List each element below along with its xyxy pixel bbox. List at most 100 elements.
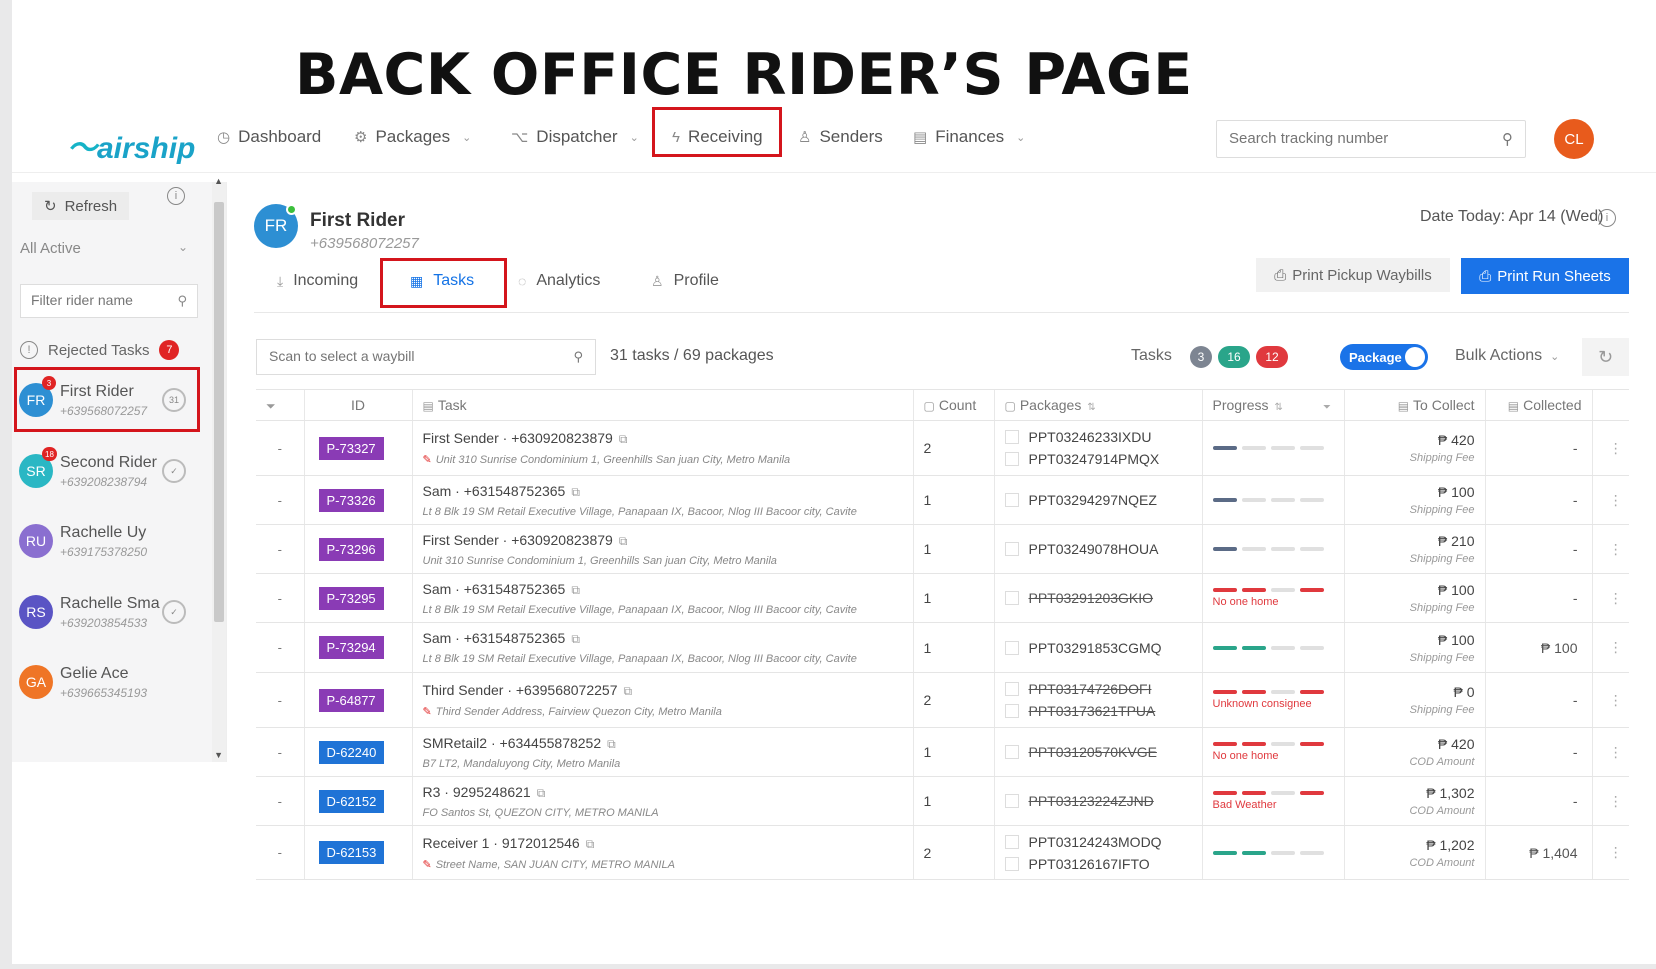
airship-logo[interactable]: 〜airship [67, 123, 195, 167]
task-id-tag[interactable]: P-73296 [318, 537, 384, 561]
package-checkbox[interactable] [1004, 591, 1019, 605]
info-icon[interactable]: i [1598, 209, 1616, 227]
package-checkbox[interactable] [1004, 430, 1019, 444]
package-checkbox[interactable] [1004, 640, 1019, 655]
package-checkbox[interactable] [1004, 834, 1019, 849]
copy-icon[interactable]: ⧉ [607, 737, 616, 751]
task-id-tag[interactable]: D-62240 [318, 740, 385, 764]
rider-item[interactable]: RU Rachelle Uy +639175378250 [12, 509, 212, 579]
copy-icon[interactable]: ⧉ [619, 432, 628, 446]
refresh-button[interactable]: ↻ Refresh [32, 192, 130, 220]
filter-icon[interactable]: ⏷ [1323, 402, 1331, 413]
copy-icon[interactable]: ⧉ [619, 534, 628, 548]
task-id-tag[interactable]: D-62152 [318, 789, 385, 813]
header-packages[interactable]: ▢ Packages ⇅ [993, 389, 1202, 421]
copy-icon[interactable]: ⧉ [571, 485, 580, 499]
scroll-up-icon[interactable]: ▲ [214, 176, 223, 186]
nav-finances[interactable]: ▤ Finances ⌄ [913, 127, 1025, 147]
copy-icon[interactable]: ⧉ [623, 684, 632, 698]
copy-icon[interactable]: ⧉ [571, 583, 580, 597]
filter-header[interactable]: ⏷ [256, 389, 304, 421]
kebab-menu-icon[interactable]: ⋮ [1609, 744, 1623, 760]
kebab-menu-icon[interactable]: ⋮ [1609, 793, 1623, 809]
kebab-menu-icon[interactable]: ⋮ [1609, 541, 1623, 557]
copy-icon[interactable]: ⧉ [571, 632, 580, 646]
package-checkbox[interactable] [1004, 745, 1019, 759]
row-select-cell[interactable]: - [256, 573, 304, 623]
kebab-menu-icon[interactable]: ⋮ [1609, 440, 1623, 456]
pill-green[interactable]: 16 [1218, 346, 1250, 368]
row-select-cell[interactable]: - [256, 622, 304, 673]
package-checkbox[interactable] [1004, 682, 1019, 696]
table-row[interactable]: - D-62240 SMRetail2 · +634455878252 ⧉ B7 LT2… [256, 727, 1629, 777]
edit-icon[interactable]: ✎ [423, 454, 432, 466]
tab-profile[interactable]: ♙ Profile [651, 272, 719, 290]
header-progress[interactable]: Progress ⇅ ⏷ [1201, 389, 1344, 421]
bulk-actions-dropdown[interactable]: Bulk Actions ⌄ [1455, 347, 1559, 365]
rider-item[interactable]: SR 18 Second Rider +639208238794 ✓ [12, 439, 212, 509]
print-run-sheets-button[interactable]: ⎙ Print Run Sheets [1461, 258, 1629, 294]
edit-icon[interactable]: ✎ [423, 706, 432, 718]
table-row[interactable]: - P-73326 Sam · +631548752365 ⧉ Lt 8 Blk 19 … [256, 475, 1629, 525]
scan-waybill-input[interactable] [257, 340, 547, 372]
row-select-cell[interactable]: - [256, 672, 304, 728]
kebab-menu-icon[interactable]: ⋮ [1609, 590, 1623, 606]
reload-button[interactable]: ↻ [1582, 338, 1629, 376]
table-row[interactable]: - D-62153 Receiver 1 · 9172012546 ⧉ ✎ Street … [256, 825, 1629, 880]
task-id-tag[interactable]: D-62153 [318, 841, 385, 864]
table-row[interactable]: - P-64877 Third Sender · +639568072257 ⧉ ✎ Th… [256, 672, 1629, 728]
task-id-tag[interactable]: P-73294 [318, 636, 384, 659]
task-id-tag[interactable]: P-73327 [318, 436, 384, 460]
scrollbar-thumb[interactable] [214, 202, 224, 622]
table-row[interactable]: - P-73295 Sam · +631548752365 ⧉ Lt 8 Blk 19 … [256, 573, 1629, 623]
table-row[interactable]: - D-62152 R3 · 9295248621 ⧉ FO Santos St, QU… [256, 776, 1629, 826]
row-select-cell[interactable]: - [256, 727, 304, 777]
rejected-tasks[interactable]: ! Rejected Tasks 7 [20, 340, 180, 360]
rider-item[interactable]: RS Rachelle Smal +639203854533 ✓ [12, 580, 212, 650]
nav-packages[interactable]: ⚙ Packages ⌄ [354, 127, 471, 147]
package-checkbox[interactable] [1004, 794, 1019, 808]
tab-incoming[interactable]: ⤓ Incoming [277, 272, 358, 290]
rider-status-select[interactable]: All Active ⌄ [20, 240, 188, 257]
kebab-menu-icon[interactable]: ⋮ [1609, 492, 1623, 508]
nav-dispatcher[interactable]: ⌥ Dispatcher ⌄ [511, 127, 639, 147]
tracking-search-input[interactable] [1217, 121, 1477, 155]
task-id-tag[interactable]: P-73295 [318, 586, 384, 610]
task-id-tag[interactable]: P-64877 [318, 688, 384, 712]
nav-dashboard[interactable]: ◷ Dashboard [217, 127, 321, 147]
row-select-cell[interactable]: - [256, 475, 304, 525]
package-checkbox[interactable] [1004, 493, 1019, 507]
row-select-cell[interactable]: - [256, 420, 304, 476]
scroll-down-icon[interactable]: ▼ [214, 750, 223, 760]
table-row[interactable]: - P-73327 First Sender · +630920823879 ⧉ ✎ Un… [256, 420, 1629, 476]
kebab-menu-icon[interactable]: ⋮ [1609, 692, 1623, 708]
copy-icon[interactable]: ⧉ [537, 786, 546, 800]
row-select-cell[interactable]: - [256, 825, 304, 880]
nav-senders[interactable]: ♙ Senders [798, 127, 883, 147]
pill-grey[interactable]: 3 [1190, 346, 1212, 368]
package-checkbox[interactable] [1004, 452, 1019, 466]
package-checkbox[interactable] [1004, 704, 1019, 718]
info-icon[interactable]: i [167, 187, 185, 205]
rider-item[interactable]: GA Gelie Ace +639665345193 [12, 650, 212, 720]
sidebar-scrollbar[interactable] [212, 182, 226, 762]
package-checkbox[interactable] [1004, 542, 1019, 556]
sort-icon[interactable]: ⇅ [1275, 402, 1283, 413]
user-avatar[interactable]: CL [1554, 119, 1594, 159]
tab-analytics[interactable]: ◌ Analytics [518, 272, 600, 290]
print-pickup-waybills-button[interactable]: ⎙ Print Pickup Waybills [1256, 258, 1450, 292]
package-toggle[interactable]: Package [1340, 344, 1428, 370]
row-select-cell[interactable]: - [256, 524, 304, 574]
task-id-tag[interactable]: P-73326 [318, 488, 384, 512]
sort-icon[interactable]: ⇅ [1087, 402, 1095, 413]
edit-icon[interactable]: ✎ [423, 859, 432, 871]
table-row[interactable]: - P-73294 Sam · +631548752365 ⧉ Lt 8 Blk 19 … [256, 622, 1629, 673]
table-row[interactable]: - P-73296 First Sender · +630920823879 ⧉ Uni… [256, 524, 1629, 574]
copy-icon[interactable]: ⧉ [586, 837, 595, 851]
search-icon[interactable]: ⚲ [1502, 130, 1513, 148]
pill-red[interactable]: 12 [1256, 346, 1288, 368]
package-checkbox[interactable] [1004, 856, 1019, 871]
row-select-cell[interactable]: - [256, 776, 304, 826]
kebab-menu-icon[interactable]: ⋮ [1609, 844, 1623, 860]
filter-rider-input[interactable] [21, 285, 161, 315]
